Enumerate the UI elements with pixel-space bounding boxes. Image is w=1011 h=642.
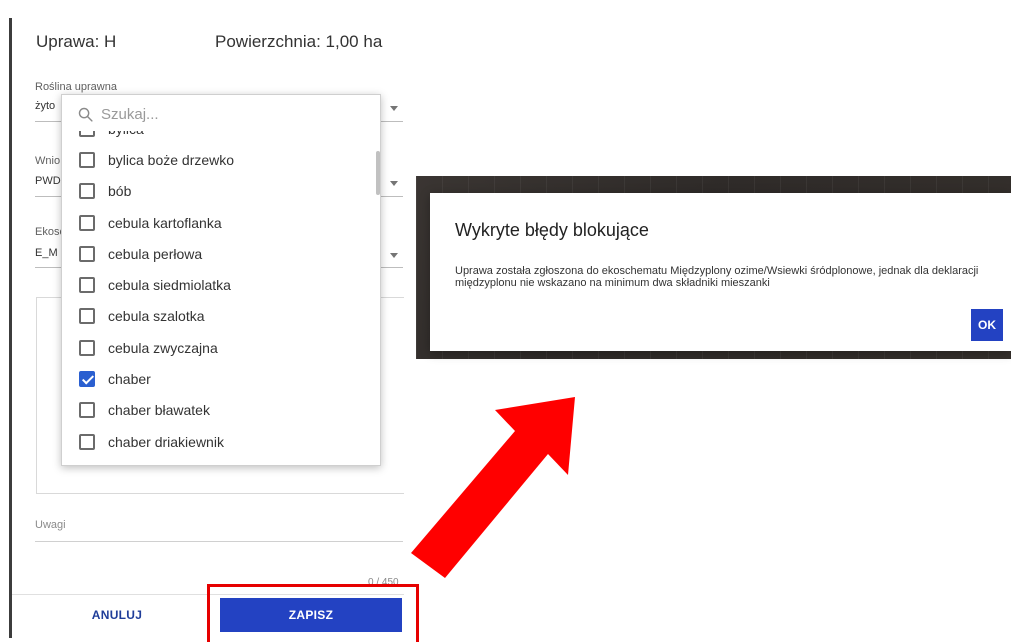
cancel-button[interactable]: ANULUJ [70, 598, 164, 632]
checkbox[interactable] [79, 214, 95, 231]
list-item[interactable]: bylica [62, 131, 380, 144]
list-item[interactable]: chaber bławatek [62, 395, 380, 426]
checkbox[interactable] [79, 245, 95, 262]
modal-title: Wykryte błędy blokujące [455, 220, 649, 240]
list-item[interactable]: bób [62, 176, 380, 207]
ok-button[interactable]: OK [971, 309, 1003, 341]
ecoscheme-dropdown-icon[interactable] [390, 253, 398, 258]
checkbox[interactable] [79, 151, 95, 168]
list-item-label: cebula szalotka [108, 308, 205, 325]
crop-plant-label: Roślina uprawna [35, 81, 117, 93]
search-icon [78, 107, 93, 122]
list-item[interactable]: chaber [62, 363, 380, 394]
checkbox-checked[interactable] [79, 371, 95, 388]
list-item[interactable]: cebula siedmiolatka [62, 269, 380, 300]
list-item-label: chaber driakiewnik [108, 433, 224, 450]
list-item-label: bylica [108, 131, 144, 137]
list-item[interactable]: cebula perłowa [62, 238, 380, 269]
list-item[interactable]: cebula zwyczajna [62, 332, 380, 363]
checkbox[interactable] [79, 433, 95, 450]
list-item[interactable]: chaber driakiewnik [62, 426, 380, 457]
search-input[interactable] [101, 103, 371, 125]
notes-input[interactable] [35, 541, 403, 542]
checkbox[interactable] [79, 277, 95, 294]
list-item[interactable]: cebula szalotka [62, 301, 380, 332]
list-item-label: cebula zwyczajna [108, 339, 218, 356]
notes-label: Uwagi [35, 519, 66, 531]
red-arrow-shape [411, 397, 575, 578]
application-dropdown-icon[interactable] [390, 181, 398, 186]
list-item[interactable]: cebula kartoflanka [62, 207, 380, 238]
checkbox[interactable] [79, 183, 95, 200]
scrollbar-thumb[interactable] [376, 151, 380, 195]
plant-dropdown-panel: bylica bylica boże drzewko bób cebula ka… [61, 94, 381, 466]
list-item-label: bób [108, 183, 132, 200]
modal-message: Uprawa została zgłoszona do ekoschematu … [455, 265, 979, 289]
checkbox[interactable] [79, 339, 95, 356]
checkbox[interactable] [79, 308, 95, 325]
area-title: Powierzchnia: 1,00 ha [215, 32, 383, 51]
checkbox[interactable] [79, 131, 95, 137]
blocking-errors-modal: Wykryte błędy blokujące Uprawa została z… [430, 193, 1011, 351]
list-item[interactable] [62, 457, 380, 465]
list-item-label: bylica boże drzewko [108, 151, 235, 168]
list-item-label: cebula siedmiolatka [108, 277, 231, 294]
plant-options-list: bylica bylica boże drzewko bób cebula ka… [62, 131, 380, 465]
list-item-label: cebula perłowa [108, 245, 203, 262]
checkbox[interactable] [79, 464, 95, 465]
list-item-label: cebula kartoflanka [108, 214, 222, 231]
list-item[interactable]: bylica boże drzewko [62, 144, 380, 175]
crop-plant-dropdown-icon[interactable] [390, 106, 398, 111]
save-highlight-frame [207, 584, 419, 642]
crop-title: Uprawa: H [36, 32, 117, 51]
checkbox[interactable] [79, 402, 95, 419]
list-item-label: chaber bławatek [108, 402, 210, 419]
list-item-label: chaber [108, 371, 151, 388]
